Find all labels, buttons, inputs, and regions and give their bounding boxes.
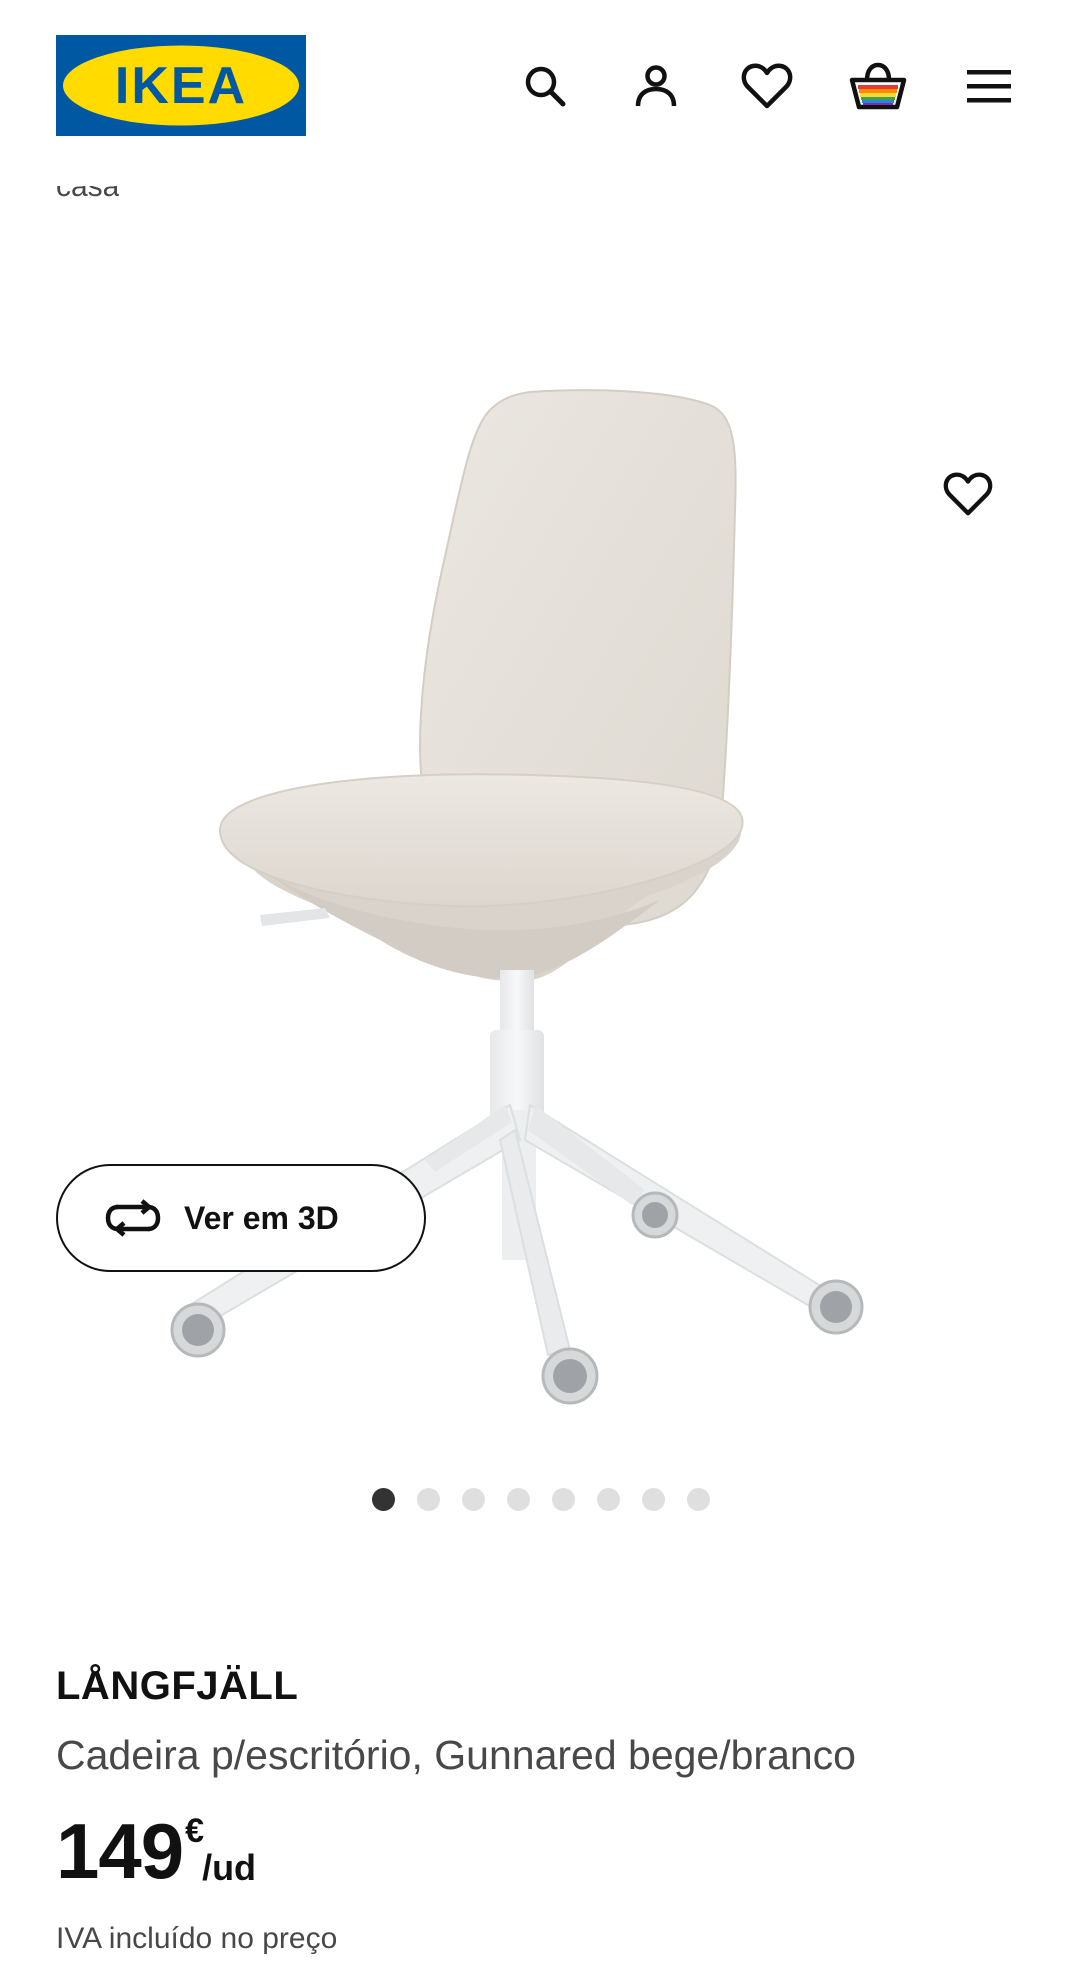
search-icon[interactable] xyxy=(515,56,575,116)
add-to-favourites-button[interactable] xyxy=(930,456,1006,532)
carousel-dot[interactable] xyxy=(372,1488,395,1511)
favourites-icon[interactable] xyxy=(737,56,797,116)
carousel-dot[interactable] xyxy=(507,1488,530,1511)
carousel-dot[interactable] xyxy=(597,1488,620,1511)
caster xyxy=(541,1347,599,1405)
heart-icon xyxy=(943,472,993,516)
breadcrumb[interactable]: casa xyxy=(56,186,119,204)
price-unit: /ud xyxy=(202,1847,257,1888)
price-amount: 149 xyxy=(56,1807,184,1895)
carousel-dot[interactable] xyxy=(417,1488,440,1511)
product-image[interactable] xyxy=(150,370,910,1450)
view-3d-label: Ver em 3D xyxy=(184,1199,339,1236)
breadcrumb-item[interactable]: casa xyxy=(56,186,119,203)
product-page: IKEA casa Ver em 3D LÅNGFJÄLL Cadeira p/… xyxy=(0,0,1080,1988)
vat-note: IVA incluído no preço xyxy=(56,1922,338,1955)
carousel-dot[interactable] xyxy=(642,1488,665,1511)
price-currency: € xyxy=(185,1812,205,1850)
caster xyxy=(631,1191,679,1239)
cart-icon[interactable] xyxy=(848,56,908,116)
carousel-dot[interactable] xyxy=(552,1488,575,1511)
logo-wordmark: IKEA xyxy=(115,57,247,115)
product-price: 149 € /ud xyxy=(56,1808,256,1894)
menu-icon[interactable] xyxy=(959,56,1019,116)
caster xyxy=(170,1302,226,1358)
account-icon[interactable] xyxy=(626,56,686,116)
ikea-logo[interactable]: IKEA xyxy=(56,35,306,136)
product-name: LÅNGFJÄLL xyxy=(56,1664,299,1708)
top-header: IKEA xyxy=(0,0,1080,172)
image-carousel-indicator xyxy=(372,1488,710,1511)
carousel-dot[interactable] xyxy=(687,1488,710,1511)
view-3d-button[interactable]: Ver em 3D xyxy=(56,1164,426,1272)
product-description: Cadeira p/escritório, Gunnared bege/bran… xyxy=(56,1732,856,1778)
caster xyxy=(808,1279,864,1335)
carousel-dot[interactable] xyxy=(462,1488,485,1511)
rotate-3d-icon xyxy=(105,1199,161,1237)
